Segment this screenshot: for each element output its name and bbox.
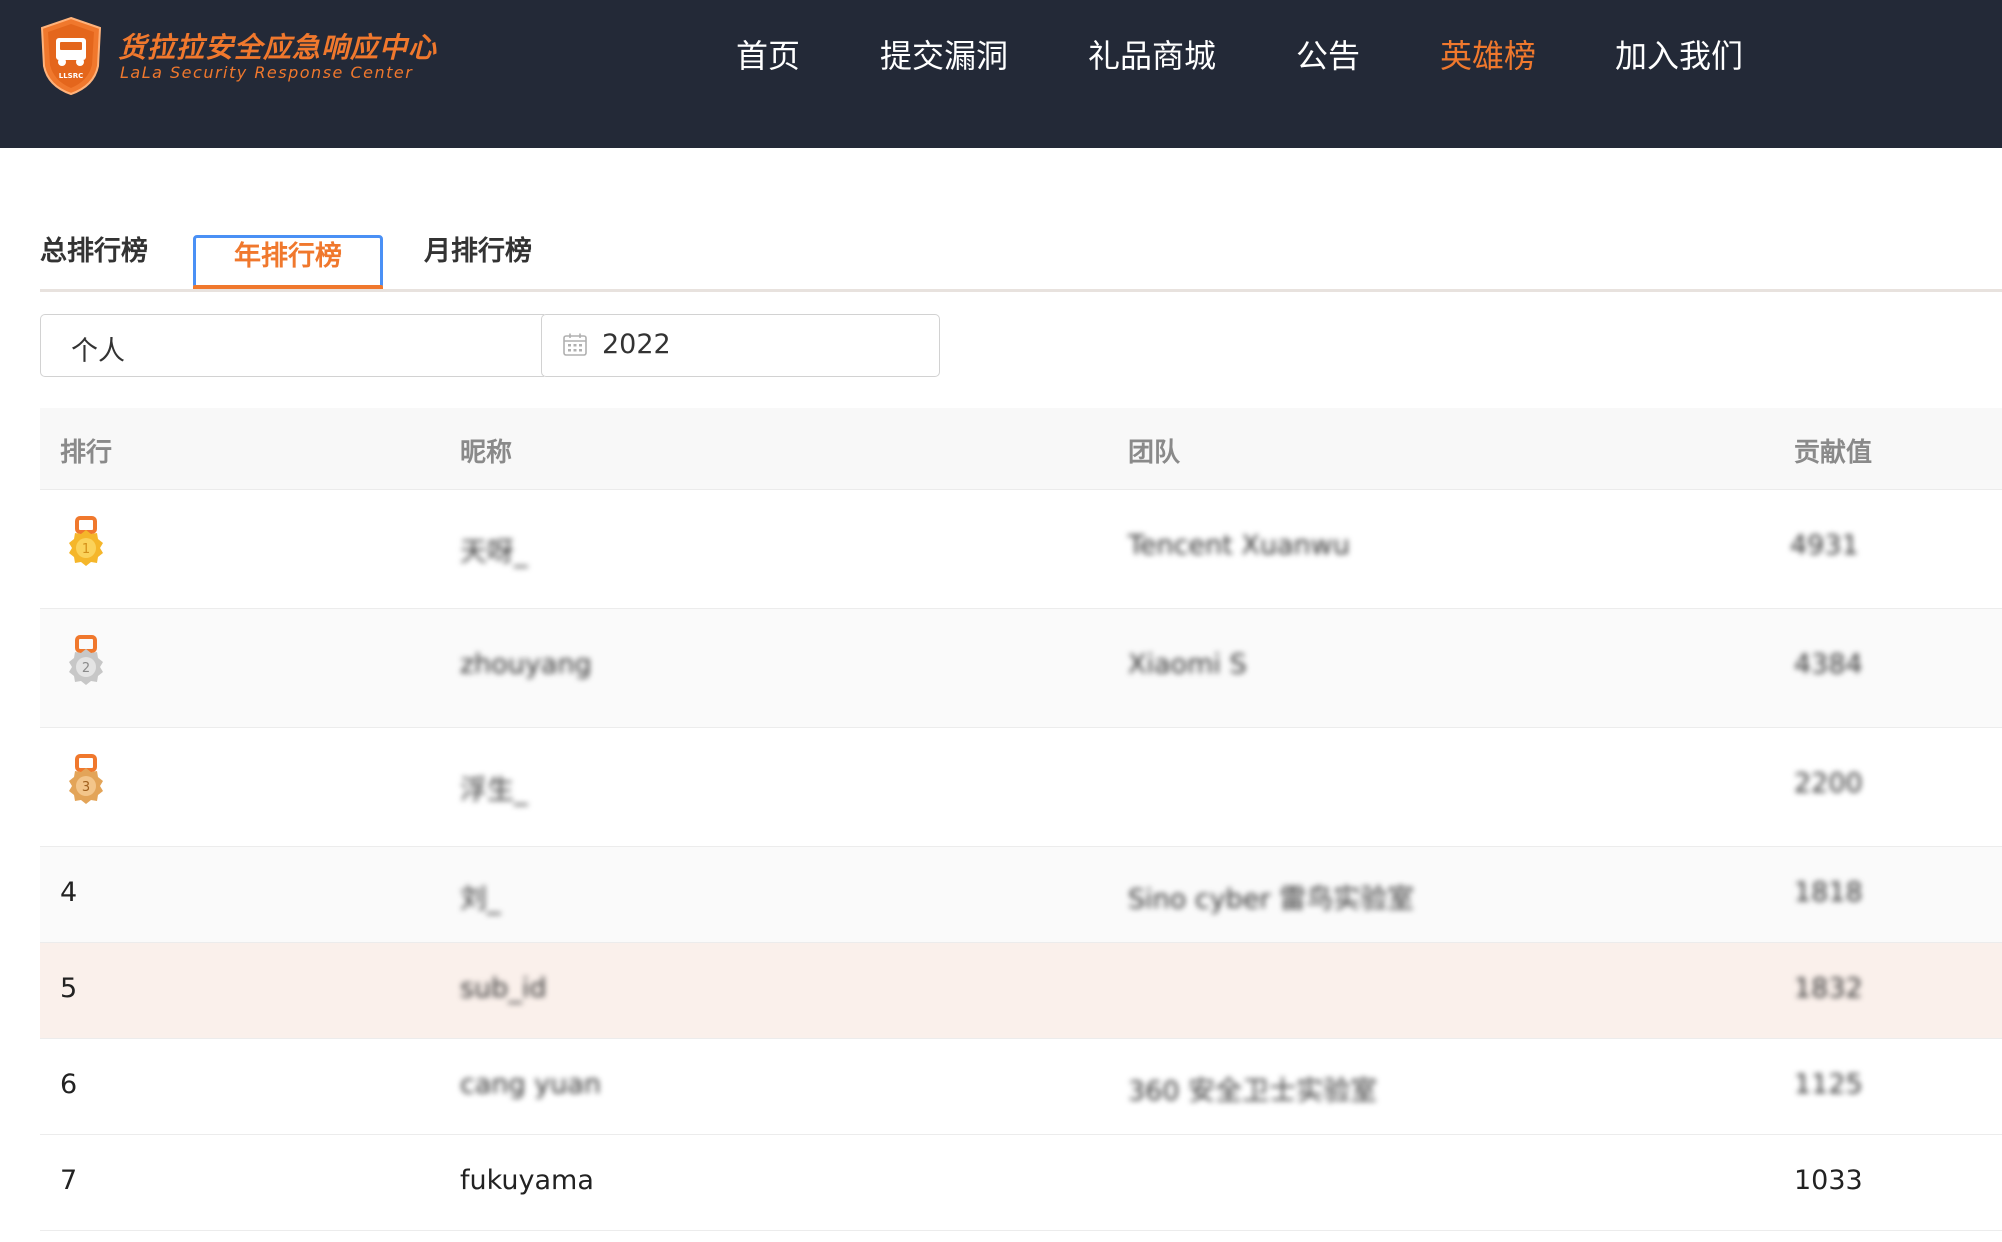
team-cell: Tencent Xuanwu — [1128, 530, 1350, 561]
nickname-cell: 刘_ — [460, 884, 501, 915]
score-cell: 1125 — [1794, 1069, 1863, 1100]
leaderboard-table: 排行 昵称 团队 贡献值 1 天呀_ Tencent Xuanwu 4931 2… — [40, 408, 2002, 1231]
table-row[interactable]: 2 zhouyang Xiaomi S 4384 — [40, 609, 2002, 728]
score-cell: 1033 — [1794, 1165, 1863, 1196]
nickname-cell: cang yuan — [460, 1069, 601, 1100]
bronze-medal-icon: 3 — [69, 754, 103, 804]
year-picker[interactable]: 2022 — [541, 314, 940, 377]
column-header-rank[interactable]: 排行 — [60, 432, 112, 469]
nickname-cell: fukuyama — [460, 1165, 594, 1196]
rank-cell: 4 — [60, 877, 78, 908]
site-subtitle: LaLa Security Response Center — [120, 63, 414, 82]
nav-home[interactable]: 首页 — [736, 34, 800, 78]
nickname-cell: zhouyang — [460, 649, 592, 680]
column-header-score[interactable]: 贡献值 — [1794, 432, 1872, 469]
score-cell: 4931 — [1790, 530, 1859, 561]
logo-badge-text: LLSRC — [59, 72, 84, 80]
nav-hall-of-fame[interactable]: 英雄榜 — [1440, 34, 1536, 78]
table-row[interactable]: 5 sub_id 1832 — [40, 943, 2002, 1039]
table-header: 排行 昵称 团队 贡献值 — [40, 408, 2002, 490]
nickname-cell: 天呀_ — [460, 537, 528, 568]
top-navbar: LLSRC 货拉拉安全应急响应中心 LaLa Security Response… — [0, 0, 2002, 148]
calendar-icon — [563, 333, 587, 356]
tab-yearly-ranking[interactable]: 年排行榜 — [193, 235, 383, 289]
team-cell: Xiaomi S — [1128, 649, 1247, 680]
medal-rank-text: 2 — [82, 661, 90, 676]
rank-cell: 6 — [60, 1069, 78, 1100]
nav-announcements[interactable]: 公告 — [1296, 34, 1360, 78]
table-row[interactable]: 6 cang yuan 360 安全卫士实验室 1125 — [40, 1039, 2002, 1135]
table-row[interactable]: 7 fukuyama 1033 — [40, 1135, 2002, 1231]
llsrc-shield-logo[interactable]: LLSRC — [38, 16, 104, 96]
rank-cell: 5 — [60, 973, 78, 1004]
ranking-type-value: 个人 — [71, 336, 125, 367]
nickname-cell: 浮生_ — [460, 775, 528, 806]
column-header-team[interactable]: 团队 — [1128, 432, 1180, 469]
nickname-cell: sub_id — [460, 973, 547, 1004]
medal-rank-text: 1 — [82, 542, 90, 557]
year-value: 2022 — [602, 329, 671, 360]
score-cell: 4384 — [1794, 649, 1863, 680]
score-cell: 2200 — [1794, 768, 1863, 799]
ranking-type-select[interactable]: 个人 — [40, 314, 544, 377]
tab-monthly-ranking[interactable]: 月排行榜 — [424, 230, 532, 274]
silver-medal-icon: 2 — [69, 635, 103, 685]
medal-rank-text: 3 — [82, 780, 90, 795]
tabs-divider — [40, 289, 2002, 292]
table-row[interactable]: 3 浮生_ 2200 — [40, 728, 2002, 847]
score-cell: 1818 — [1794, 877, 1863, 908]
team-cell: 360 安全卫士实验室 — [1128, 1076, 1378, 1107]
rank-cell: 7 — [60, 1165, 78, 1196]
nav-submit-vulnerability[interactable]: 提交漏洞 — [880, 34, 1008, 78]
nav-gift-shop[interactable]: 礼品商城 — [1088, 34, 1216, 78]
site-title[interactable]: 货拉拉安全应急响应中心 — [118, 26, 437, 66]
nav-join-us[interactable]: 加入我们 — [1615, 34, 1743, 78]
table-row[interactable]: 1 天呀_ Tencent Xuanwu 4931 — [40, 490, 2002, 609]
column-header-nickname[interactable]: 昵称 — [460, 432, 512, 469]
team-cell: Sino cyber 雷鸟实验室 — [1128, 884, 1415, 915]
score-cell: 1832 — [1794, 973, 1863, 1004]
gold-medal-icon: 1 — [69, 516, 103, 566]
tab-overall-ranking[interactable]: 总排行榜 — [40, 230, 148, 274]
table-row[interactable]: 4 刘_ Sino cyber 雷鸟实验室 1818 — [40, 847, 2002, 943]
